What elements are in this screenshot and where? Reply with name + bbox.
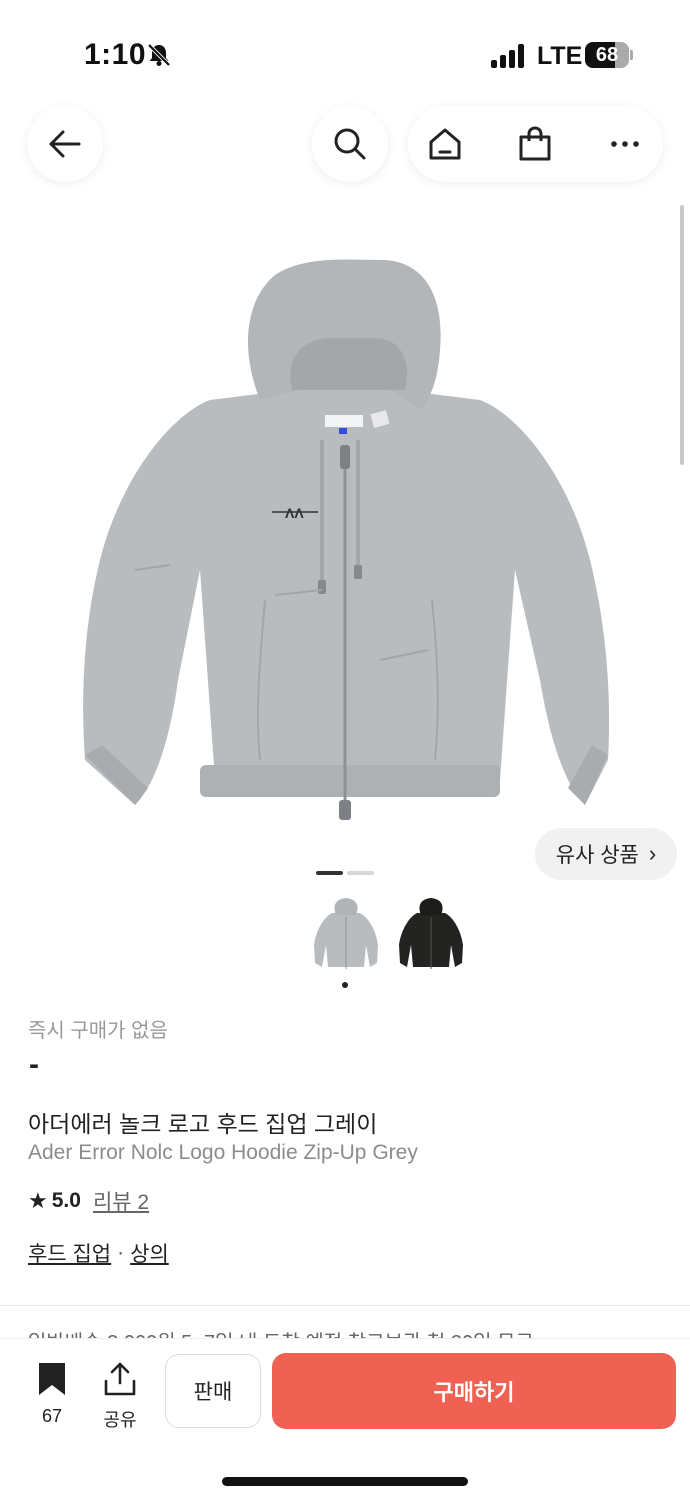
- battery-level: 68: [595, 44, 619, 66]
- sell-button[interactable]: 판매: [165, 1354, 261, 1428]
- search-button[interactable]: [312, 106, 388, 182]
- product-image[interactable]: ΛΛ: [60, 240, 630, 840]
- battery-cap: [630, 50, 633, 60]
- instant-buy-label: 즉시 구매가 없음: [28, 1020, 168, 1042]
- review-link[interactable]: 리뷰 2: [93, 1186, 149, 1216]
- back-arrow-icon: [49, 130, 81, 158]
- network-label: LTE: [537, 42, 583, 70]
- home-indicator: [222, 1477, 468, 1486]
- product-title-en: Ader Error Nolc Logo Hoodie Zip-Up Grey: [28, 1141, 418, 1164]
- shopping-bag-icon: [519, 126, 551, 161]
- home-icon: [429, 128, 461, 160]
- nav-actions: [408, 106, 663, 182]
- home-button[interactable]: [425, 124, 465, 164]
- buy-button[interactable]: 구매하기: [272, 1353, 676, 1429]
- bookmark-icon: [39, 1363, 65, 1395]
- bell-slash-icon: [147, 43, 171, 67]
- gallery-pager-inactive: [347, 871, 374, 875]
- cart-button[interactable]: [515, 124, 555, 164]
- bottom-action-bar: 67 공유 판매 구매하기: [0, 1338, 690, 1500]
- similar-products-label: 유사 상품: [555, 844, 639, 867]
- chevron-right-icon: ›: [648, 841, 657, 866]
- section-divider: [0, 1305, 690, 1306]
- more-button[interactable]: [605, 124, 645, 164]
- category-hood-zipup[interactable]: 후드 집업: [28, 1238, 111, 1268]
- similar-products-button[interactable]: 유사 상품 ›: [535, 828, 677, 880]
- svg-text:ΛΛ: ΛΛ: [285, 505, 304, 521]
- back-button[interactable]: [27, 106, 103, 182]
- black-hoodie-thumbnail[interactable]: [395, 895, 467, 973]
- scroll-indicator[interactable]: [680, 205, 684, 465]
- share-icon: [104, 1362, 136, 1396]
- share-button[interactable]: 공유: [98, 1361, 142, 1432]
- bookmark-count: 67: [41, 1406, 63, 1426]
- bookmark-button[interactable]: 67: [30, 1361, 74, 1427]
- battery-icon: 68: [585, 42, 629, 68]
- signal-icon: [491, 44, 525, 68]
- gallery-pager-active: [316, 871, 343, 875]
- rating-score: 5.0: [51, 1189, 81, 1212]
- thumbnail-indicator: [342, 982, 348, 988]
- more-icon: [611, 141, 639, 147]
- search-icon: [334, 128, 366, 160]
- category-tops[interactable]: 상의: [130, 1238, 169, 1268]
- share-label: 공유: [103, 1410, 137, 1430]
- category-breadcrumb: 후드 집업 · 상의: [28, 1238, 169, 1268]
- price-value: -: [29, 1048, 39, 1081]
- rating-row: ★ 5.0 리뷰 2: [28, 1186, 149, 1216]
- star-icon: ★: [28, 1188, 48, 1213]
- grey-hoodie-thumbnail[interactable]: [310, 895, 382, 973]
- product-title-ko: 아더에러 놀크 로고 후드 집업 그레이: [28, 1111, 378, 1137]
- status-time: 1:10: [84, 38, 147, 71]
- category-separator: ·: [117, 1241, 125, 1264]
- status-bar: 1:10 LTE 68: [0, 0, 690, 100]
